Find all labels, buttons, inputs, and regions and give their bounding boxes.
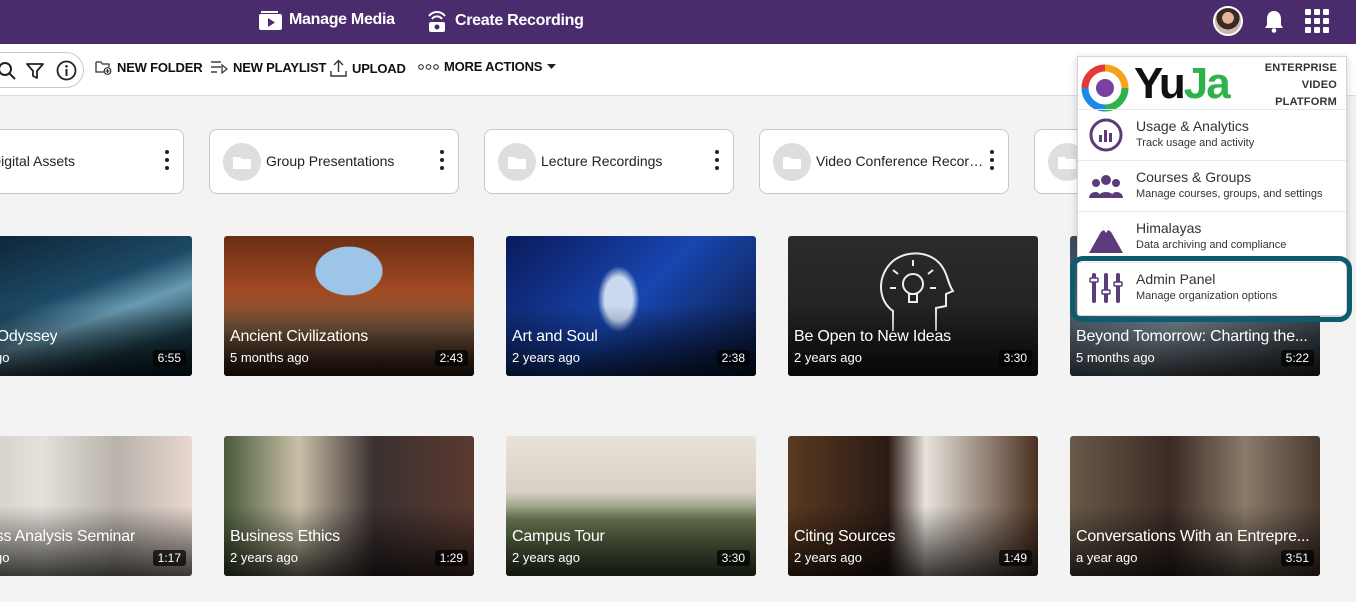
recording-icon	[428, 11, 446, 32]
upload-icon	[330, 59, 347, 77]
apps-grid-icon[interactable]	[1305, 9, 1329, 33]
manage-media-link[interactable]: Manage Media	[258, 9, 395, 31]
menu-item-himalayas[interactable]: Himalayas Data archiving and compliance	[1078, 211, 1346, 261]
menu-item-title: Usage & Analytics	[1136, 118, 1249, 134]
folder-icon	[773, 143, 811, 181]
video-title: Business Ethics	[230, 528, 340, 545]
video-duration: 5:22	[1280, 350, 1314, 366]
filter-icon[interactable]	[25, 61, 45, 81]
video-title: Beyond Tomorrow: Charting the...	[1076, 328, 1308, 345]
menu-item-subtitle: Manage courses, groups, and settings	[1136, 188, 1323, 200]
more-actions-label: MORE ACTIONS	[444, 59, 543, 74]
video-card[interactable]: Citing Sources 2 years ago 1:49	[788, 436, 1038, 576]
new-folder-label: NEW FOLDER	[117, 59, 203, 75]
create-recording-label: Create Recording	[455, 12, 584, 29]
analytics-icon	[1089, 118, 1123, 152]
video-duration: 1:17	[152, 550, 186, 566]
top-bar: Manage Media Create Recording	[0, 0, 1356, 44]
video-age: a year ago	[0, 550, 10, 565]
avatar[interactable]	[1213, 6, 1243, 36]
search-icon[interactable]	[0, 61, 17, 81]
video-title: Space Odyssey	[0, 328, 58, 345]
new-folder-button[interactable]: NEW FOLDER	[95, 59, 203, 75]
bell-icon[interactable]	[1263, 9, 1285, 38]
brand-tagline: ENTERPRISE VIDEO PLATFORM	[1264, 62, 1337, 108]
video-duration: 2:38	[716, 350, 750, 366]
video-title: Conversations With an Entrepre...	[1076, 528, 1310, 545]
video-title: Ancient Civilizations	[230, 328, 369, 345]
playlist-icon	[211, 61, 228, 75]
video-age: a year ago	[1076, 550, 1138, 565]
video-duration: 3:30	[716, 550, 750, 566]
video-card[interactable]: Art and Soul 2 years ago 2:38	[506, 236, 756, 376]
new-playlist-button[interactable]: NEW PLAYLIST	[210, 59, 326, 75]
video-card[interactable]: Be Open to New Ideas 2 years ago 3:30	[788, 236, 1038, 376]
video-duration: 3:30	[998, 350, 1032, 366]
video-card[interactable]: Campus Tour 2 years ago 3:30	[506, 436, 756, 576]
video-card[interactable]: Space Odyssey a year ago 6:55	[0, 236, 192, 376]
video-age: 2 years ago	[794, 350, 862, 365]
kebab-menu-icon[interactable]	[440, 150, 444, 170]
video-card[interactable]: Conversations With an Entrepre... a year…	[1070, 436, 1320, 576]
more-actions-button[interactable]: MORE ACTIONS	[418, 59, 557, 74]
video-title: Be Open to New Ideas	[794, 328, 951, 345]
folder-icon	[223, 143, 261, 181]
video-title: Citing Sources	[794, 528, 896, 545]
more-dots-icon	[418, 63, 439, 70]
mountain-icon	[1089, 223, 1123, 253]
new-playlist-label: NEW PLAYLIST	[233, 59, 327, 75]
video-age: 5 months ago	[1076, 350, 1155, 365]
video-age: 2 years ago	[794, 550, 862, 565]
folder-card[interactable]: Digital Assets	[0, 129, 184, 194]
admin-panel-highlight	[1070, 256, 1352, 322]
video-title: Art and Soul	[512, 328, 598, 345]
video-duration: 3:51	[1280, 550, 1314, 566]
video-card[interactable]: Ancient Civilizations 5 months ago 2:43	[224, 236, 474, 376]
video-duration: 2:43	[434, 350, 468, 366]
people-icon	[1089, 175, 1123, 198]
media-icon	[259, 11, 282, 30]
kebab-menu-icon[interactable]	[990, 150, 994, 170]
folder-name: Digital Assets	[0, 153, 76, 169]
caret-down-icon	[547, 63, 557, 69]
video-card[interactable]: Business Ethics 2 years ago 1:29	[224, 436, 474, 576]
video-duration: 1:49	[998, 550, 1032, 566]
video-age: 2 years ago	[512, 350, 580, 365]
menu-item-title: Himalayas	[1136, 220, 1202, 236]
create-recording-link[interactable]: Create Recording	[425, 9, 584, 33]
yuja-logo	[1081, 64, 1129, 112]
new-folder-icon	[95, 61, 112, 75]
video-age: 2 years ago	[512, 550, 580, 565]
menu-item-usage-analytics[interactable]: Usage & Analytics Track usage and activi…	[1078, 109, 1346, 159]
folder-card[interactable]: Lecture Recordings	[484, 129, 734, 194]
kebab-menu-icon[interactable]	[165, 150, 169, 170]
upload-button[interactable]: UPLOAD	[330, 59, 406, 77]
upload-label: UPLOAD	[352, 60, 406, 76]
folder-name: Video Conference Recordings	[816, 153, 986, 169]
folder-name: Group Presentations	[266, 153, 395, 169]
folder-card[interactable]: Group Presentations	[209, 129, 459, 194]
video-age: 5 months ago	[230, 350, 309, 365]
info-icon[interactable]	[56, 60, 77, 81]
manage-media-label: Manage Media	[289, 11, 395, 28]
menu-item-subtitle: Track usage and activity	[1136, 137, 1255, 149]
video-title: Business Analysis Seminar	[0, 528, 136, 545]
menu-item-courses-groups[interactable]: Courses & Groups Manage courses, groups,…	[1078, 160, 1346, 210]
video-card[interactable]: Business Analysis Seminar a year ago 1:1…	[0, 436, 192, 576]
video-duration: 1:29	[434, 550, 468, 566]
video-title: Campus Tour	[512, 528, 605, 545]
folder-card[interactable]: Video Conference Recordings	[759, 129, 1009, 194]
video-duration: 6:55	[152, 350, 186, 366]
video-age: 2 years ago	[230, 550, 298, 565]
kebab-menu-icon[interactable]	[715, 150, 719, 170]
search-filter-group	[0, 52, 84, 88]
folder-icon	[498, 143, 536, 181]
yuja-brand: YuJa	[1134, 59, 1231, 108]
menu-item-title: Courses & Groups	[1136, 169, 1252, 185]
video-age: a year ago	[0, 350, 10, 365]
menu-item-subtitle: Data archiving and compliance	[1136, 239, 1287, 251]
folder-name: Lecture Recordings	[541, 153, 663, 169]
